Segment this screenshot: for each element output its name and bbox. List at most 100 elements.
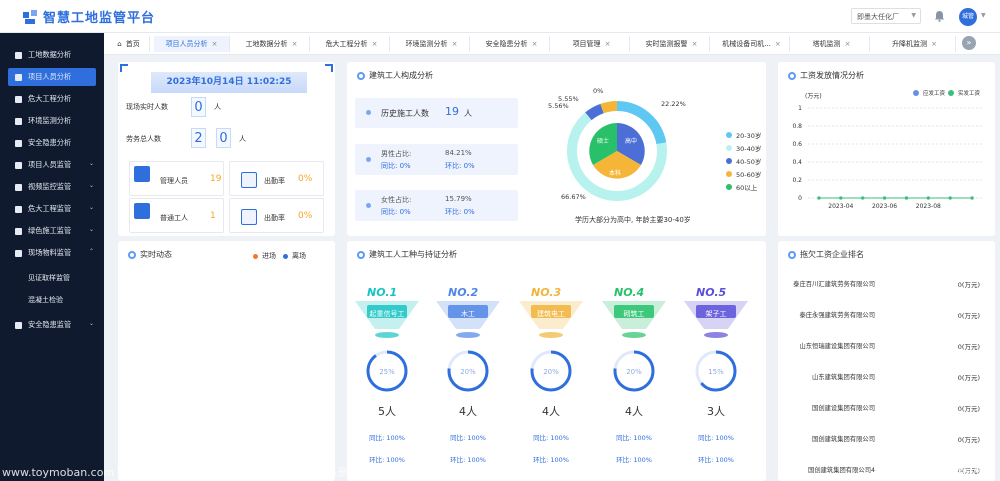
- sidebar-item-environment-analysis[interactable]: 环境监测分析: [8, 112, 96, 130]
- company-name: 国创建筑集团有限公司4: [808, 467, 875, 474]
- close-icon[interactable]: ×: [692, 40, 698, 48]
- close-icon[interactable]: ×: [931, 40, 937, 48]
- company-name: 山东恒瑞建设集团有限公司: [799, 343, 875, 350]
- chevron-up-icon: ⌃: [88, 248, 94, 255]
- home-icon: ⌂: [117, 40, 122, 48]
- title-dot-icon: [788, 250, 796, 259]
- workers-card: 普通工人 1: [129, 198, 224, 233]
- rank-beacon: [519, 301, 583, 338]
- trade-name: 木工: [461, 310, 475, 318]
- user-avatar[interactable]: 城管: [959, 8, 977, 26]
- tab-machinery-driver[interactable]: 机械设备司机... ×: [714, 36, 790, 52]
- y-unit-label: (万元): [805, 93, 822, 100]
- sidebar-item-hazard-supervision[interactable]: 危大工程监管 ⌄: [8, 200, 96, 218]
- watermark: www.toymoban.com 网络图片仅供展示，非存储，如有侵权请联系删除。: [2, 466, 371, 479]
- data-point: [817, 196, 821, 200]
- x-tick-label: 2023-06: [872, 203, 897, 210]
- total-count-digit: 2: [191, 128, 206, 148]
- tab-lift-monitor[interactable]: 升降机监测 ×: [874, 36, 956, 52]
- app-logo[interactable]: 智慧工地监管平台: [22, 7, 155, 26]
- sidebar-item-material-supervision[interactable]: 现场物料监管 ⌃: [8, 244, 96, 262]
- close-icon[interactable]: ×: [532, 40, 538, 48]
- data-point: [926, 196, 930, 200]
- trade-yoy: 同比: 100%: [533, 434, 569, 442]
- arrears-value: 0(万元): [957, 405, 980, 413]
- district-select[interactable]: 即墨大任化厂 ▼: [851, 8, 921, 24]
- data-point: [861, 196, 865, 200]
- current-datetime: 2023年10月14日 11:02:25: [151, 72, 307, 93]
- arrears-value: 0(万元): [957, 281, 980, 289]
- company-name: 国创建筑集团有限公司: [812, 436, 875, 443]
- rank-number: NO.4: [614, 286, 645, 299]
- document-icon: [15, 321, 22, 329]
- worker-attendance-card: 出勤率 0%: [229, 198, 324, 233]
- calendar-icon: [241, 172, 257, 188]
- tab-site-data-analysis[interactable]: 工地数据分析 ×: [234, 36, 310, 52]
- close-icon[interactable]: ×: [212, 40, 218, 48]
- close-icon[interactable]: ×: [292, 40, 298, 48]
- legend-out: 离场: [283, 251, 306, 261]
- sidebar-subitem-sampling[interactable]: 见证取样监管: [28, 273, 70, 283]
- tab-personnel-analysis[interactable]: 项目人员分析 ×: [154, 36, 230, 52]
- sidebar-item-personnel-analysis[interactable]: 项目人员分析: [8, 68, 96, 86]
- close-icon[interactable]: ×: [845, 40, 851, 48]
- filter-icon: [15, 95, 22, 103]
- realtime-card: 实时动态 进场 离场: [118, 241, 335, 481]
- toolbox-icon: [15, 205, 22, 213]
- data-point: [970, 196, 974, 200]
- chevron-down-icon: ⌄: [88, 160, 94, 167]
- female-ratio-box: 女性占比: 15.79% 同比: 0% 环比: 0%: [355, 190, 518, 221]
- tab-safety-analysis[interactable]: 安全隐患分析 ×: [474, 36, 550, 52]
- slice-label: 5.55%: [558, 95, 579, 103]
- trade-yoy: 同比: 100%: [369, 434, 405, 442]
- tab-home[interactable]: ⌂ 首页: [108, 36, 150, 52]
- sidebar-item-safety-analysis[interactable]: 安全隐患分析: [8, 134, 96, 152]
- arrears-value: 0(万元): [957, 436, 980, 444]
- tab-environment-analysis[interactable]: 环境监测分析 ×: [394, 36, 470, 52]
- legend-item: 20-30岁: [726, 130, 761, 140]
- sidebar-item-site-data-analysis[interactable]: 工地数据分析: [8, 46, 96, 64]
- shield-icon: [15, 227, 22, 235]
- edu-label: 硕士: [597, 137, 609, 145]
- arrears-title: 拖欠工资企业排名: [788, 249, 864, 260]
- more-tabs-icon[interactable]: »: [962, 36, 976, 50]
- sidebar-item-green-construction[interactable]: 绿色施工监管 ⌄: [8, 222, 96, 240]
- bell-icon[interactable]: [934, 10, 945, 22]
- trade-count: 4人: [459, 405, 477, 418]
- trade-yoy: 同比: 100%: [450, 434, 486, 442]
- total-count-digit: 0: [216, 128, 231, 148]
- total-count-unit: 人: [239, 135, 246, 143]
- camera-icon: [15, 183, 22, 191]
- sidebar-item-video-supervision[interactable]: 视频监控监管 ⌄: [8, 178, 96, 196]
- legend-item: 40-50岁: [726, 156, 761, 166]
- legend-item: 50-60岁: [726, 169, 761, 179]
- rank-beacon: [355, 301, 419, 338]
- sidebar-subitem-concrete[interactable]: 混凝土检验: [28, 295, 63, 305]
- close-icon[interactable]: ×: [372, 40, 378, 48]
- trade-count: 5人: [378, 405, 396, 418]
- close-icon[interactable]: ×: [775, 40, 781, 48]
- chevron-down-icon: ⌄: [88, 320, 94, 327]
- close-icon[interactable]: ×: [452, 40, 458, 48]
- y-tick-label: 0.6: [792, 141, 802, 148]
- top-bar: 智慧工地监管平台 即墨大任化厂 ▼ 城管 ▼: [0, 0, 1000, 33]
- tab-hazard-analysis[interactable]: 危大工程分析 ×: [314, 36, 390, 52]
- chevron-down-icon[interactable]: ▼: [981, 12, 986, 19]
- sidebar-item-safety-supervision[interactable]: 安全隐患监管 ⌄: [8, 316, 96, 334]
- onsite-count-digit: 0: [191, 97, 206, 117]
- data-point: [948, 196, 952, 200]
- tab-project-management[interactable]: 项目管理 ×: [554, 36, 630, 52]
- rank-beacon: [602, 301, 666, 338]
- education-pie: 高中 本科 硕士: [589, 123, 645, 179]
- sidebar-item-personnel-supervision[interactable]: 项目人员监管 ⌄: [8, 156, 96, 174]
- sidebar-item-hazard-analysis[interactable]: 危大工程分析: [8, 90, 96, 108]
- onsite-count-unit: 人: [214, 103, 221, 111]
- tab-realtime-alarm[interactable]: 实时监测报警 ×: [634, 36, 710, 52]
- title-dot-icon: [357, 71, 365, 80]
- rank-beacon: [436, 301, 500, 338]
- trade-name: 建筑电工: [537, 310, 565, 318]
- trade-percent: 25%: [379, 368, 395, 376]
- close-icon[interactable]: ×: [605, 40, 611, 48]
- tab-tower-crane[interactable]: 塔机监测 ×: [794, 36, 870, 52]
- leaf-icon: [15, 117, 22, 125]
